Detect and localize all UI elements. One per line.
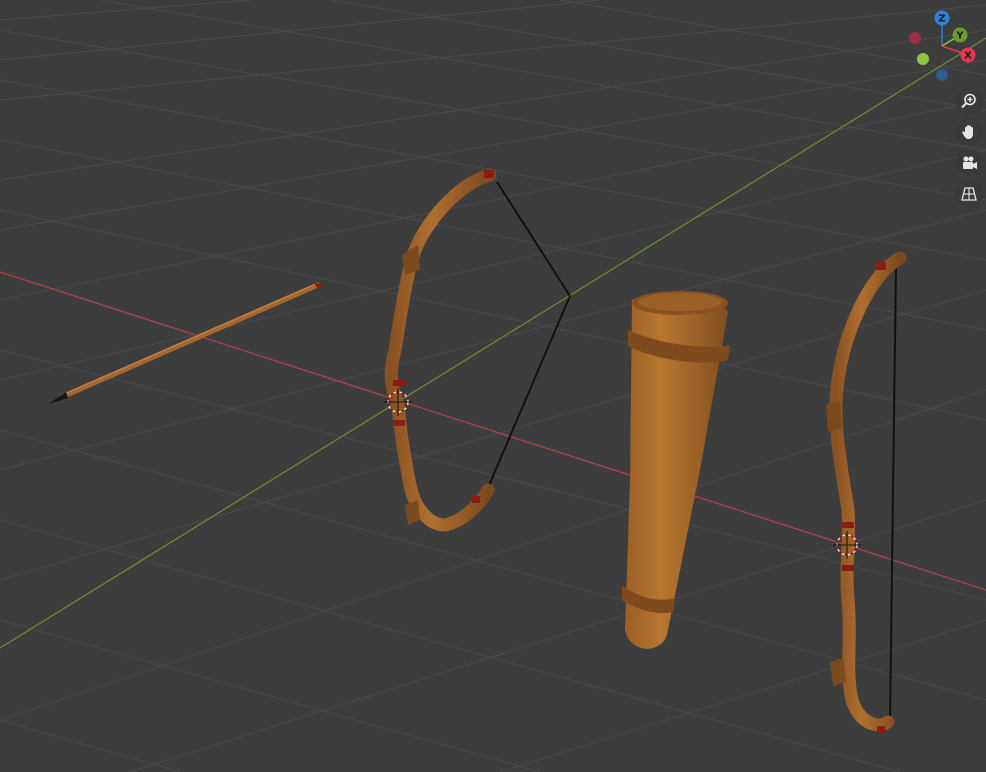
gizmo-neg-z-handle[interactable] <box>936 69 948 81</box>
quiver-object[interactable] <box>622 291 730 649</box>
bow-straight-object[interactable] <box>826 251 907 733</box>
navigation-gizmo[interactable]: Z Y X <box>900 6 984 86</box>
y-axis-line <box>0 37 986 649</box>
ortho-toggle-button[interactable] <box>955 180 983 208</box>
zoom-in-icon <box>961 93 976 109</box>
bow-curved-object[interactable] <box>384 168 571 532</box>
hand-icon <box>962 125 973 139</box>
gizmo-x-label: X <box>964 51 972 62</box>
pan-button[interactable] <box>955 118 983 146</box>
viewport-scene[interactable] <box>0 0 986 772</box>
3d-viewport[interactable]: Z Y X <box>0 0 986 772</box>
gizmo-y-label: Y <box>955 31 964 42</box>
camera-icon <box>963 156 977 169</box>
gizmo-neg-y-handle[interactable] <box>917 53 929 65</box>
zoom-button[interactable] <box>955 87 983 115</box>
grid-icon <box>961 187 977 201</box>
gizmo-z-label: Z <box>938 14 945 25</box>
gizmo-neg-x-handle[interactable] <box>909 32 921 44</box>
camera-view-button[interactable] <box>955 149 983 177</box>
